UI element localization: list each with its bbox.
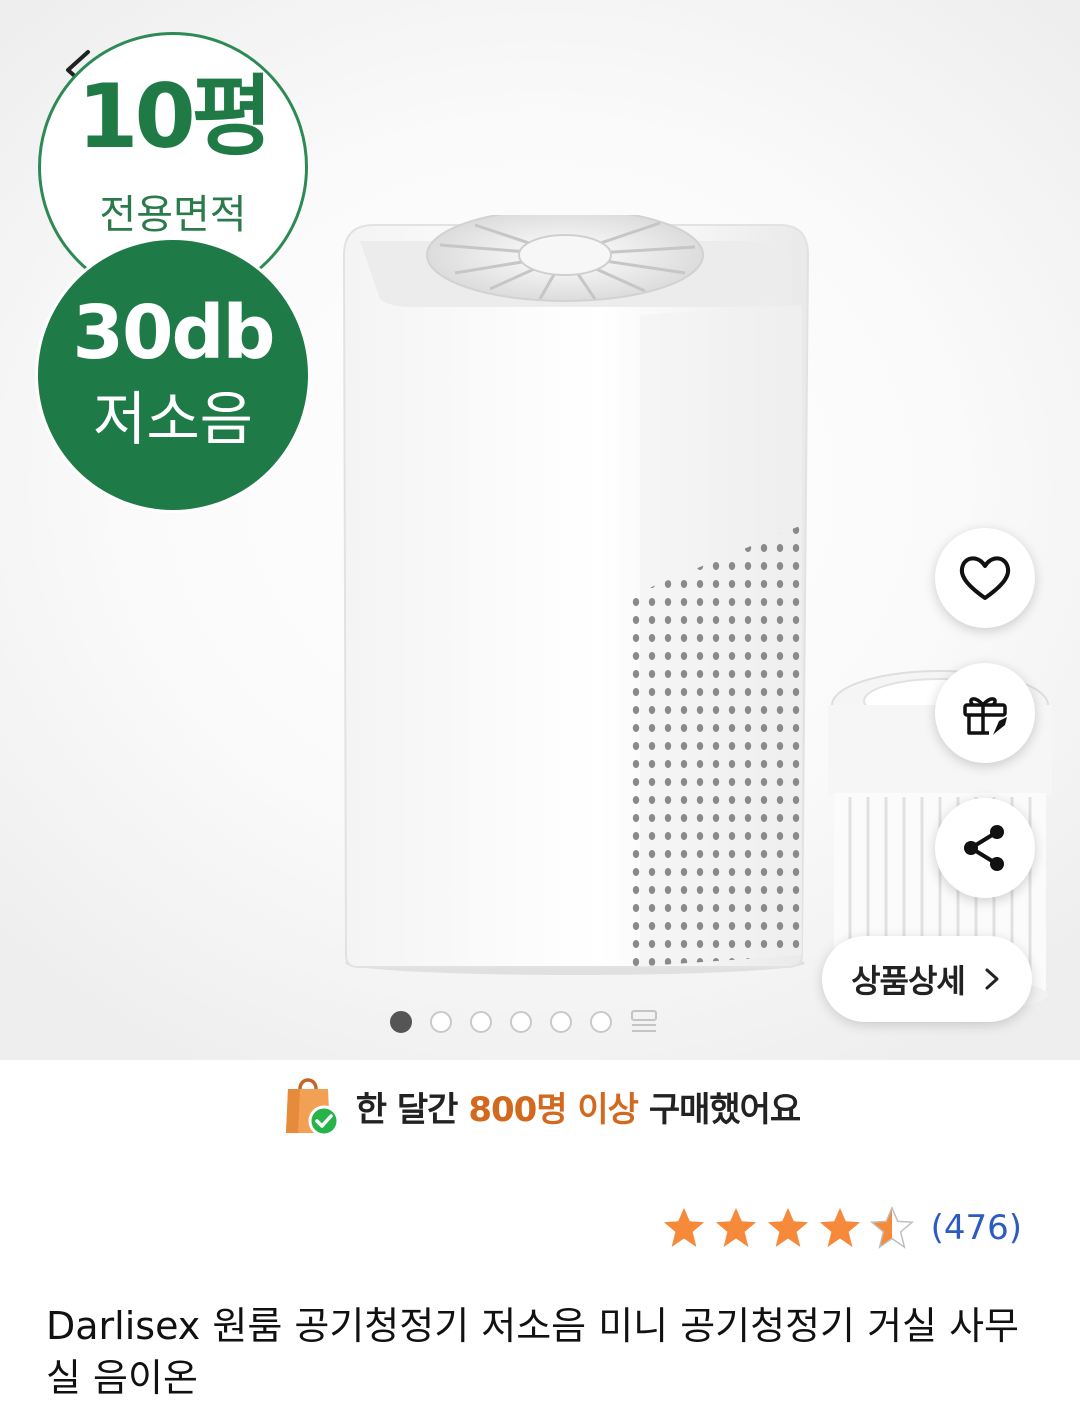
noise-value: 30db [72, 290, 276, 376]
review-count-link[interactable]: (476) [931, 1208, 1022, 1248]
rating-summary[interactable]: (476) [661, 1200, 1022, 1256]
product-detail-button[interactable]: 상품상세 [822, 936, 1032, 1022]
pagination-dot[interactable] [470, 1011, 492, 1033]
star-full-icon [715, 1207, 756, 1248]
pagination-dot-active[interactable] [390, 1011, 412, 1033]
product-image-gallery[interactable]: 10평 전용면적 30db 저소음 상품상세 [0, 0, 1080, 1060]
product-title: Darlisex 원룸 공기청정기 저소음 미니 공기청정기 거실 사무실 음이… [46, 1304, 1019, 1400]
shopping-bag-check-icon [285, 1078, 340, 1137]
pagination-dot[interactable] [430, 1011, 452, 1033]
star-full-icon [819, 1207, 860, 1248]
pagination-dot[interactable] [510, 1011, 532, 1033]
area-label: 전용면적 [99, 192, 247, 238]
share-icon [964, 825, 1004, 871]
gift-button[interactable] [935, 663, 1035, 763]
noise-label: 저소음 [92, 385, 254, 453]
purchase-suffix: 구매했어요 [648, 1089, 801, 1130]
purchase-stat-text: 한 달간 800명 이상 구매했어요 [355, 1082, 801, 1131]
grid-icon[interactable] [630, 1009, 658, 1035]
gift-icon [963, 697, 1007, 735]
star-half-icon [869, 1206, 914, 1249]
heart-icon [959, 556, 1011, 600]
pagination-dot[interactable] [550, 1011, 572, 1033]
noise-badge: 30db 저소음 [38, 240, 308, 510]
air-purifier-image [342, 215, 810, 975]
wishlist-button[interactable] [935, 528, 1035, 628]
chevron-right-icon [985, 968, 999, 990]
purchase-stat: 한 달간 800명 이상 구매했어요 [0, 1068, 1080, 1144]
product-detail-label: 상품상세 [851, 962, 966, 1000]
share-button[interactable] [935, 798, 1035, 898]
purchase-highlight: 800명 이상 [468, 1089, 639, 1130]
purchase-prefix: 한 달간 [355, 1089, 459, 1130]
star-full-icon [663, 1207, 704, 1248]
star-full-icon [767, 1207, 808, 1248]
gallery-pagination [390, 1008, 658, 1036]
pagination-dot[interactable] [590, 1011, 612, 1033]
area-value: 10평 [77, 65, 272, 168]
